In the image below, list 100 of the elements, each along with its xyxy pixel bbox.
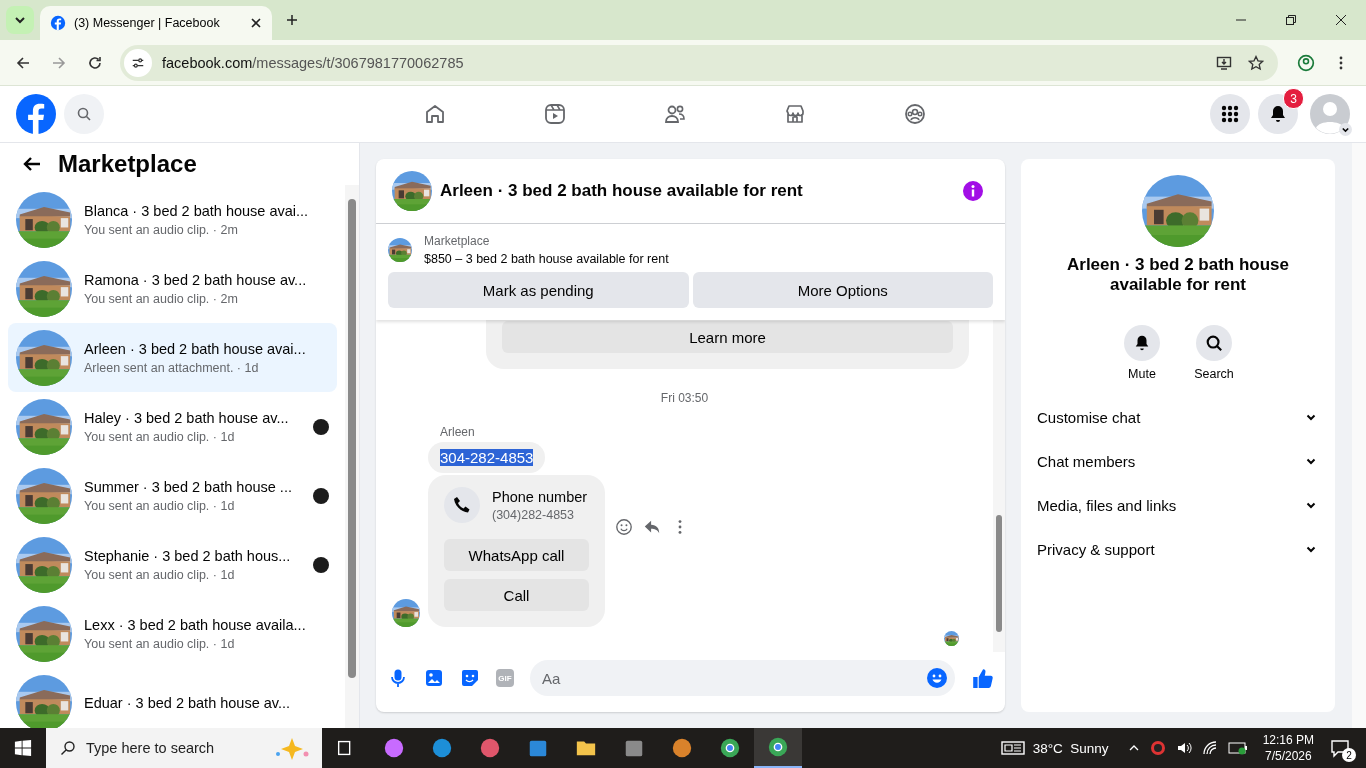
conversation-item[interactable]: Summer · 3 bed 2 bath house ... You sent an audio clip. · 1d <box>8 461 337 530</box>
conversation-title: Summer · 3 bed 2 bath house ... <box>84 478 293 495</box>
chevron-down-icon <box>14 14 26 26</box>
notification-center-icon[interactable] <box>1330 738 1350 758</box>
emoji-icon[interactable] <box>927 668 947 688</box>
conversation-item[interactable]: Arleen · 3 bed 2 bath house avai... Arleen sent an attachment. · 1d <box>8 323 337 392</box>
store-icon[interactable] <box>783 102 807 126</box>
close-window-icon[interactable] <box>1335 14 1347 26</box>
taskbar-search-field[interactable]: Type here to search <box>46 728 322 768</box>
scrollbar[interactable] <box>993 320 1005 652</box>
tab-search-button[interactable] <box>6 6 34 34</box>
clock-time[interactable]: 12:16 PM <box>1262 732 1314 748</box>
image-icon[interactable] <box>424 668 444 688</box>
user-silhouette-icon <box>1310 94 1350 134</box>
conversation-item[interactable]: Stephanie · 3 bed 2 bath hous... You sent an audio clip. · 1d <box>8 530 337 599</box>
bookmark-star-icon[interactable] <box>1248 54 1264 71</box>
bell-icon <box>1133 334 1151 352</box>
facebook-logo-icon[interactable] <box>16 94 56 134</box>
accordion-row[interactable]: Chat members <box>1037 439 1319 483</box>
grid-icon <box>1220 104 1240 124</box>
conversation-preview: Arleen sent an attachment. · 1d <box>84 360 260 375</box>
action-label: Search <box>1194 367 1234 381</box>
app-icon <box>383 737 405 759</box>
search-icon <box>60 740 76 756</box>
notification-badge: 3 <box>1283 88 1304 109</box>
menu-button[interactable] <box>1210 94 1250 134</box>
gauge-icon[interactable] <box>1149 740 1166 756</box>
wifi-icon[interactable] <box>1201 740 1218 756</box>
conversation-preview: You sent an audio clip. · 2m <box>84 222 239 237</box>
battery-icon[interactable] <box>1227 741 1248 755</box>
listing-summary: $850 – 3 bed 2 bath house available for rent <box>424 252 669 266</box>
search-button[interactable] <box>64 94 104 134</box>
browser-tab[interactable]: (3) Messenger | Facebook <box>40 6 272 40</box>
learn-more-button[interactable]: Learn more <box>502 321 953 353</box>
speaker-icon[interactable] <box>1175 740 1192 756</box>
conversation-item[interactable]: Blanca · 3 bed 2 bath house avai... You sent an audio clip. · 2m <box>8 185 337 254</box>
page-scrollbar[interactable] <box>1352 143 1366 728</box>
groups-icon[interactable] <box>903 102 927 126</box>
conversation-preview: You sent an audio clip. · 1d <box>84 636 236 651</box>
app-icon <box>431 737 453 759</box>
new-tab-icon[interactable] <box>286 14 298 26</box>
scrollbar[interactable] <box>345 185 359 728</box>
search-icon <box>76 106 92 122</box>
news-icon[interactable] <box>1000 740 1025 756</box>
install-app-icon[interactable] <box>1216 54 1232 71</box>
conversation-preview: You sent an audio clip. · 1d <box>84 498 236 513</box>
call-button[interactable]: WhatsApp call <box>444 539 589 571</box>
action-button[interactable] <box>1196 325 1232 361</box>
video-icon[interactable] <box>543 102 567 126</box>
phone-number: (304)282-4853 <box>492 507 575 522</box>
conversation-title: Stephanie · 3 bed 2 bath hous... <box>84 547 292 564</box>
action-button[interactable] <box>1124 325 1160 361</box>
conversation-preview: You sent an audio clip. · 1d <box>84 429 236 444</box>
app-icon <box>479 737 501 759</box>
timestamp: Fri 03:50 <box>660 391 709 405</box>
thumbs-up-icon[interactable] <box>971 667 993 689</box>
conversation-title: Lexx · 3 bed 2 bath house availa... <box>84 616 307 633</box>
windows-start-icon[interactable] <box>14 739 32 757</box>
forward-icon[interactable] <box>51 54 67 71</box>
accordion-row[interactable]: Media, files and links <box>1037 483 1319 527</box>
close-icon[interactable] <box>250 17 262 29</box>
facebook-logo-icon <box>50 15 66 31</box>
call-button[interactable]: Call <box>444 579 589 611</box>
sidebar-title: Marketplace <box>58 150 197 178</box>
home-icon[interactable] <box>423 102 447 126</box>
address-bar[interactable]: facebook.com/messages/t/3067981770062785 <box>120 44 1278 81</box>
search-icon <box>1205 334 1223 352</box>
conversation-item[interactable]: Haley · 3 bed 2 bath house av... You sent an audio clip. · 1d <box>8 392 337 461</box>
back-icon[interactable] <box>15 54 31 71</box>
conversation-title: Eduar · 3 bed 2 bath house av... <box>84 694 292 711</box>
accordion-row[interactable]: Customise chat <box>1037 395 1319 439</box>
conversation-title: Arleen · 3 bed 2 bath house avai... <box>84 340 307 357</box>
conversation-item[interactable]: Ramona · 3 bed 2 bath house av... You sent an audio clip. · 2m <box>8 254 337 323</box>
phone-icon <box>452 495 472 515</box>
reload-icon[interactable] <box>87 54 103 71</box>
conversation-item[interactable]: Eduar · 3 bed 2 bath house av... <box>8 668 337 728</box>
action-label: Mute <box>1128 367 1156 381</box>
listing-action-button[interactable]: Mark as pending <box>388 272 689 308</box>
accordion-row[interactable]: Privacy & support <box>1037 527 1319 571</box>
emoji-icon[interactable] <box>615 517 633 536</box>
app-icon <box>767 736 789 758</box>
app-icon <box>671 737 693 759</box>
listing-action-button[interactable]: More Options <box>692 272 993 308</box>
conversation-name: Arleen · 3 bed 2 bath house available for rent <box>1066 255 1290 295</box>
sticker-icon[interactable] <box>460 668 480 688</box>
card-title: Phone number <box>492 488 588 505</box>
conversation-preview: You sent an audio clip. · 2m <box>84 291 239 306</box>
restore-icon[interactable] <box>1285 14 1297 26</box>
message-bubble: 304-282-4853 <box>428 442 546 473</box>
info-icon[interactable] <box>963 181 983 201</box>
notifications-button[interactable] <box>1258 94 1298 134</box>
conversation-title: Ramona · 3 bed 2 bath house av... <box>84 271 308 288</box>
weather-text[interactable]: 38°C Sunny <box>1032 740 1109 756</box>
profile-icon[interactable] <box>1297 53 1315 72</box>
clock-date[interactable]: 7/5/2026 <box>1264 748 1312 764</box>
message-field[interactable]: Aa <box>530 660 955 696</box>
conversation-item[interactable]: Lexx · 3 bed 2 bath house availa... You sent an audio clip. · 1d <box>8 599 337 668</box>
conversation-title: Haley · 3 bed 2 bath house av... <box>84 409 290 426</box>
conversation-preview: You sent an audio clip. · 1d <box>84 567 236 582</box>
microphone-icon[interactable] <box>388 668 408 688</box>
